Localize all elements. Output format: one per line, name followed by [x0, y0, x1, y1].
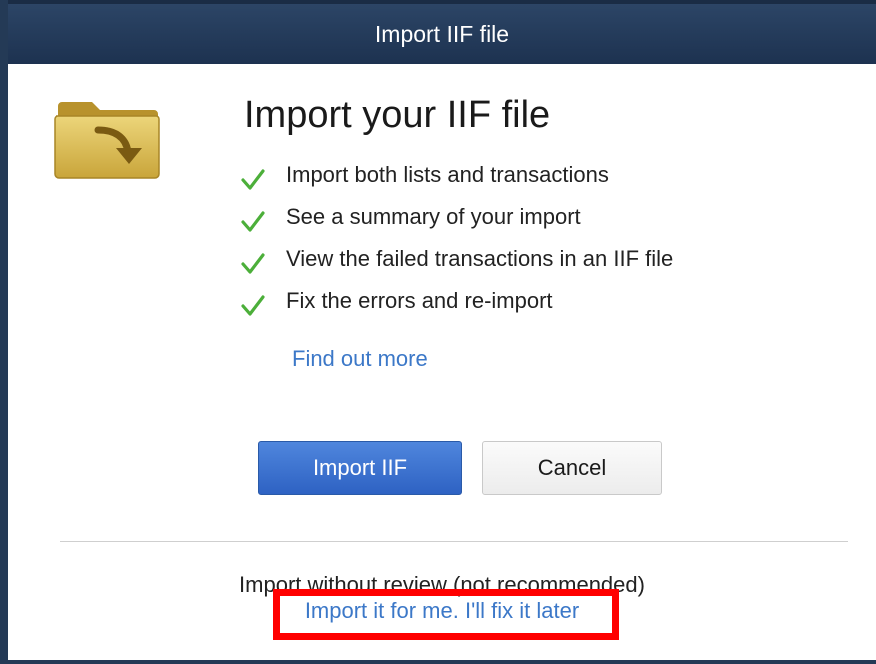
dialog-titlebar[interactable]: Import IIF file	[8, 0, 876, 64]
checkmark-icon	[241, 211, 265, 232]
feature-item: View the failed transactions in an IIF f…	[240, 238, 673, 280]
feature-label: Fix the errors and re-import	[286, 288, 553, 313]
page-title: Import your IIF file	[244, 94, 551, 136]
checkmark-icon	[241, 169, 265, 190]
feature-item: Import both lists and transactions	[240, 154, 673, 196]
divider	[60, 541, 848, 542]
import-later-link[interactable]: Import it for me. I'll fix it later	[8, 598, 876, 624]
import-without-review-label: Import without review (not recommended)	[239, 572, 645, 597]
import-later-label[interactable]: Import it for me. I'll fix it later	[305, 598, 579, 623]
find-out-more-link[interactable]: Find out more	[292, 346, 428, 372]
feature-label: View the failed transactions in an IIF f…	[286, 246, 674, 271]
folder-import-icon	[54, 102, 160, 179]
feature-item: Fix the errors and re-import	[240, 280, 673, 322]
feature-item: See a summary of your import	[240, 196, 673, 238]
checkmark-icon	[241, 253, 265, 274]
dialog-title: Import IIF file	[374, 20, 510, 47]
feature-label: See a summary of your import	[286, 204, 581, 229]
import-iif-dialog: Import IIF file Import your IIF file Imp…	[0, 0, 876, 664]
checkmark-icon	[241, 295, 265, 316]
feature-list: Import both lists and transactions See a…	[240, 154, 673, 322]
cancel-button[interactable]: Cancel	[482, 441, 662, 495]
import-iif-button[interactable]: Import IIF	[258, 441, 462, 495]
feature-label: Import both lists and transactions	[286, 162, 609, 187]
